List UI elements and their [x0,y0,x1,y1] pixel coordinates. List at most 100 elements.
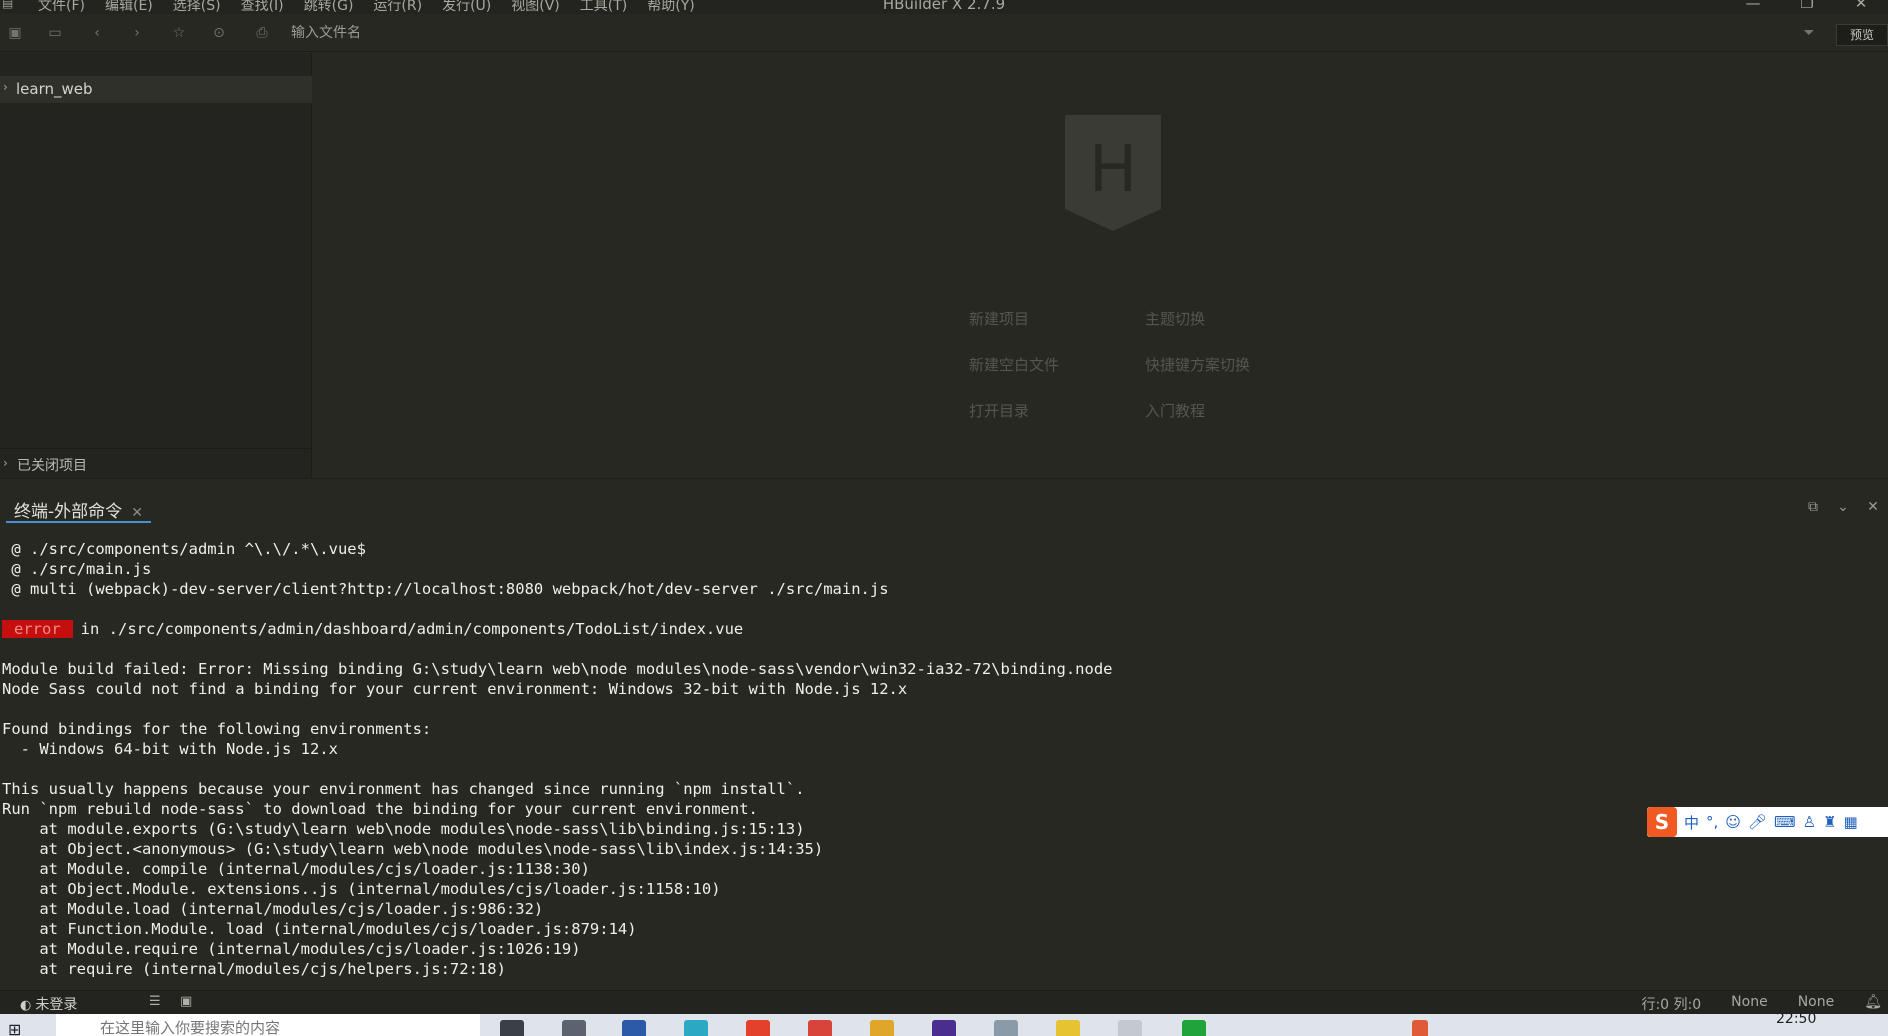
list-icon[interactable]: ☰ [149,994,161,1009]
closed-projects-label: 已关闭项目 [17,458,87,474]
app-icon[interactable] [1118,1020,1142,1036]
hbuilder-taskbar-icon[interactable] [1182,1020,1206,1036]
user-icon[interactable]: ♙ [1803,813,1816,831]
project-tree-item[interactable]: › learn_web [0,76,312,103]
terminal-line: This usually happens because your enviro… [2,780,805,798]
syntax-status[interactable]: None [1798,994,1835,1014]
file-explorer-icon[interactable] [870,1020,894,1036]
theme-switch-link[interactable]: 主题切换 [1145,308,1205,329]
forward-icon[interactable]: › [128,24,146,42]
close-tab-icon[interactable]: ✕ [131,505,143,521]
hbuilder-logo: H [1065,115,1161,231]
terminal-line: Node Sass could not find a binding for y… [2,680,908,698]
chrome-icon[interactable] [746,1020,770,1036]
tab-terminal[interactable]: 终端-外部命令 ✕ [6,497,151,523]
cortana-icon[interactable] [500,1020,524,1036]
terminal-line: at module.exports (G:\study\learn web\no… [2,820,805,838]
menu-goto[interactable]: 跳转(G) [304,0,354,14]
menu-publish[interactable]: 发行(U) [442,0,491,14]
keyboard-icon[interactable]: ⌨ [1774,813,1796,831]
filter-icon[interactable]: ⏷ [1800,24,1818,42]
emoji-icon[interactable]: ☺ [1725,813,1741,831]
file-search-icon: ⎙ [256,25,268,41]
bell-icon[interactable]: 🔔︎ [1864,994,1882,1014]
terminal-icon[interactable]: ▣ [180,994,192,1009]
task-view-icon[interactable] [562,1020,586,1036]
minimize-icon[interactable]: — [1726,0,1780,12]
menu-file[interactable]: 文件(F) [38,0,85,14]
grid-icon[interactable]: ▦ [1844,813,1858,831]
terminal-line: at Module.load (internal/modules/cjs/loa… [2,900,544,918]
menu-run[interactable]: 运行(R) [373,0,422,14]
encoding-status[interactable]: None [1731,994,1768,1014]
ime-mode[interactable]: 中 [1684,812,1699,833]
app-icon[interactable] [622,1020,646,1036]
taskbar-search-input[interactable] [56,1014,480,1036]
app-icon[interactable] [932,1020,956,1036]
file-search-input[interactable] [291,23,691,43]
export-icon[interactable]: ⧉ [1798,499,1828,515]
star-icon[interactable]: ☆ [170,24,188,42]
terminal-line: - Windows 64-bit with Node.js 12.x [2,740,338,758]
windows-start-icon[interactable]: ⊞ [8,1020,32,1036]
edge-icon[interactable] [684,1020,708,1036]
run-icon[interactable]: ⊙ [210,24,228,42]
toolbar: ▣ ▭ ‹ › ☆ ⊙ ⎙ ⏷ 预览 [0,14,1888,52]
app-icon[interactable] [1056,1020,1080,1036]
terminal-line: at Module.require (internal/modules/cjs/… [2,940,581,958]
terminal-line: at Object.<anonymous> (G:\study\learn we… [2,840,824,858]
menu-view[interactable]: 视图(V) [511,0,560,14]
window-controls: — ❐ ✕ [1726,0,1888,12]
keymap-switch-link[interactable]: 快捷键方案切换 [1145,354,1250,375]
menu-tools[interactable]: 工具(T) [580,0,627,14]
close-icon[interactable]: ✕ [1834,0,1888,12]
menu-edit[interactable]: 编辑(E) [105,0,153,14]
svg-text:H: H [1089,133,1137,207]
sogou-logo-icon[interactable]: S [1647,807,1677,837]
new-blank-file-link[interactable]: 新建空白文件 [969,354,1059,375]
chevron-right-icon[interactable]: › [3,80,8,94]
new-file-icon[interactable]: ▣ [6,24,24,42]
menu-help[interactable]: 帮助(Y) [647,0,694,14]
terminal-line: at require (internal/modules/cjs/helpers… [2,960,506,978]
menu-find[interactable]: 查找(I) [241,0,284,14]
terminal-line: @ ./src/components/admin ^\.\/.*\.vue$ [2,540,366,558]
error-location: in ./src/components/admin/dashboard/admi… [80,620,744,638]
login-status[interactable]: ◐ 未登录 [20,994,77,1014]
ime-toolbar: S 中 °, ☺ 🎤︎ ⌨ ♙ ♜ ▦ [1647,807,1888,837]
new-project-link[interactable]: 新建项目 [969,308,1029,329]
microphone-icon[interactable]: 🎤︎ [1748,813,1767,831]
menu-select[interactable]: 选择(S) [173,0,221,14]
taskbar-clock: 22:50 [1776,1014,1817,1027]
closed-projects-section[interactable]: › 已关闭项目 [0,448,312,478]
terminal-line: Module build failed: Error: Missing bind… [2,660,1113,678]
preview-button[interactable]: 预览 [1836,24,1888,46]
cursor-position[interactable]: 行:0 列:0 [1641,994,1701,1014]
back-icon[interactable]: ‹ [88,24,106,42]
windows-taskbar: ⊞ 22:50 [0,1014,1888,1036]
skin-icon[interactable]: ♜ [1823,813,1836,831]
user-icon: ◐ [20,998,32,1013]
menu-bar: 文件(F) 编辑(E) 选择(S) 查找(I) 跳转(G) 运行(R) 发行(U… [38,0,715,14]
title-bar: ▤ 文件(F) 编辑(E) 选择(S) 查找(I) 跳转(G) 运行(R) 发行… [0,0,1888,14]
login-label: 未登录 [35,997,78,1013]
app-icon[interactable] [808,1020,832,1036]
chevron-down-icon[interactable]: ⌄ [1828,499,1858,515]
terminal-line: at Function.Module. load (internal/modul… [2,920,637,938]
hbuilder-app-icon[interactable]: ▤ [2,0,14,10]
open-directory-link[interactable]: 打开目录 [969,400,1029,421]
app-icon[interactable] [994,1020,1018,1036]
maximize-icon[interactable]: ❐ [1780,0,1834,12]
terminal-line: at Object.Module. extensions..js (intern… [2,880,721,898]
chevron-right-icon[interactable]: › [3,456,8,470]
terminal-tab-title: 终端-外部命令 [14,502,123,522]
close-panel-icon[interactable]: ✕ [1858,499,1888,515]
save-icon[interactable]: ▭ [46,24,64,42]
tray-icon[interactable] [1412,1020,1428,1036]
punctuation-icon[interactable]: °, [1706,813,1718,831]
terminal-line: @ ./src/main.js [2,560,152,578]
terminal-actions: ⧉ ⌄ ✕ [1798,499,1888,515]
getting-started-link[interactable]: 入门教程 [1145,400,1205,421]
